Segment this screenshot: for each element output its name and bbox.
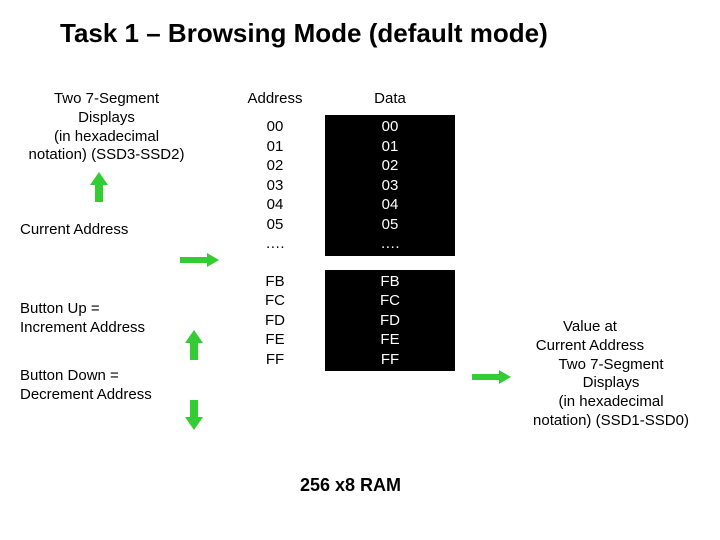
arrow-up-icon: [90, 172, 108, 202]
current-address-label: Current Address: [14, 221, 199, 240]
button-up-label: Button Up = Increment Address: [14, 300, 199, 338]
address-column: 000102030405….: [225, 115, 325, 256]
text-line: Displays: [512, 374, 710, 393]
arrow-up-icon: [185, 330, 203, 360]
table-cell: 02: [325, 156, 455, 176]
text-line: (in hexadecimal: [512, 393, 710, 412]
table-cell: ….: [225, 234, 325, 254]
table-cell: FD: [225, 311, 325, 331]
table-cell: 05: [325, 215, 455, 235]
text-line: Displays: [14, 109, 199, 128]
arrow-down-icon: [185, 400, 203, 430]
text-line: notation) (SSD3-SSD2): [14, 146, 199, 165]
right-column: Value at Current Address Two 7-Segment D…: [470, 318, 710, 431]
table-cell: 04: [325, 195, 455, 215]
table-block-bottom: FBFCFDFEFF FBFCFDFEFF: [225, 270, 455, 372]
text-line: (in hexadecimal: [14, 128, 199, 147]
table-cell: FB: [325, 272, 455, 292]
table-cell: FF: [225, 350, 325, 370]
text-line: Decrement Address: [20, 386, 199, 405]
address-header: Address: [225, 90, 325, 107]
left-column: Two 7-Segment Displays (in hexadecimal n…: [14, 90, 199, 405]
address-column: FBFCFDFEFF: [225, 270, 325, 372]
text-line: Two 7-Segment: [512, 356, 710, 375]
table-cell: FC: [325, 291, 455, 311]
data-header: Data: [325, 90, 455, 107]
table-cell: 03: [325, 176, 455, 196]
text-line: Current Address: [470, 337, 710, 356]
table-cell: 05: [225, 215, 325, 235]
table-block-top: 000102030405…. 000102030405….: [225, 115, 455, 256]
table-cell: 02: [225, 156, 325, 176]
button-down-label: Button Down = Decrement Address: [14, 367, 199, 405]
column-headers: Address Data: [225, 90, 455, 107]
table-cell: 01: [325, 137, 455, 157]
table-cell: FE: [225, 330, 325, 350]
table-cell: 00: [325, 117, 455, 137]
data-column: FBFCFDFEFF: [325, 270, 455, 372]
table-cell: FD: [325, 311, 455, 331]
ram-label: 256 x8 RAM: [300, 475, 401, 496]
text-line: Two 7-Segment: [14, 90, 199, 109]
table-cell: ….: [325, 234, 455, 254]
table-cell: 03: [225, 176, 325, 196]
table-cell: 01: [225, 137, 325, 157]
text-line: Increment Address: [20, 319, 199, 338]
arrow-right-icon: [180, 253, 220, 267]
table-cell: FC: [225, 291, 325, 311]
table-cell: FF: [325, 350, 455, 370]
text-line: Button Down =: [20, 367, 199, 386]
text-line: notation) (SSD1-SSD0): [512, 412, 710, 431]
table-cell: FE: [325, 330, 455, 350]
data-column: 000102030405….: [325, 115, 455, 256]
page-title: Task 1 – Browsing Mode (default mode): [60, 18, 548, 49]
text-line: Button Up =: [20, 300, 199, 319]
table-cell: 00: [225, 117, 325, 137]
table-cell: FB: [225, 272, 325, 292]
text-line: Value at: [470, 318, 710, 337]
memory-table: Address Data 000102030405…. 000102030405…: [225, 90, 455, 371]
table-cell: 04: [225, 195, 325, 215]
seg-display-label: Two 7-Segment Displays (in hexadecimal n…: [14, 90, 199, 165]
